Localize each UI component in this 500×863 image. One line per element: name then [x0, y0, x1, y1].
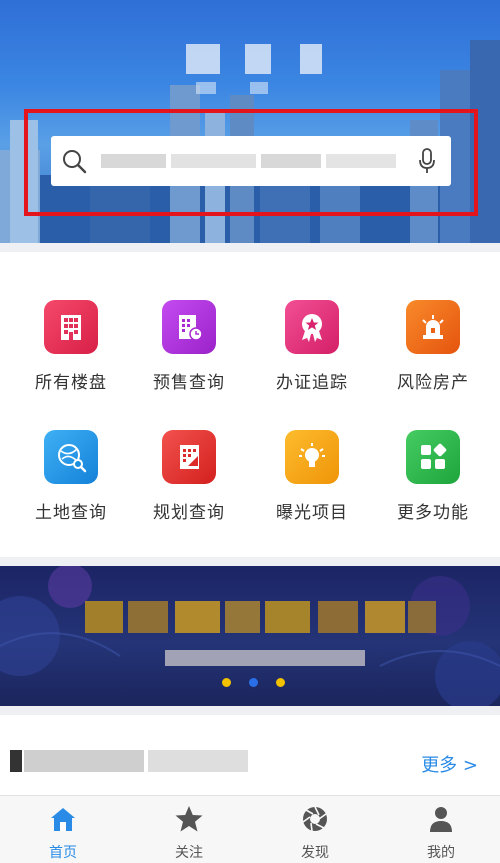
feature-label: 预售查询	[153, 373, 225, 393]
banner-subtitle-blur	[165, 650, 365, 666]
bottom-tab-bar: 首页 关注 发现 我的	[0, 795, 500, 863]
lightbulb-icon	[285, 430, 339, 484]
news-section-header: 更多 >	[0, 715, 500, 795]
logo-blur	[196, 82, 216, 94]
tab-discover[interactable]: 发现	[275, 804, 355, 862]
feature-risky-property[interactable]: 风险房产	[378, 300, 488, 410]
grid-more-icon	[406, 430, 460, 484]
carousel-dot-active[interactable]	[249, 678, 258, 687]
more-link[interactable]: 更多 >	[421, 751, 478, 777]
tab-label: 我的	[427, 845, 455, 861]
document-building-icon	[162, 300, 216, 354]
tab-follow[interactable]: 关注	[149, 804, 229, 862]
search-bar[interactable]	[51, 136, 451, 186]
tab-label: 发现	[301, 845, 329, 861]
feature-all-properties[interactable]: 所有楼盘	[16, 300, 126, 410]
globe-search-icon	[44, 430, 98, 484]
tab-label: 关注	[175, 845, 203, 861]
banner-title-blur	[85, 601, 436, 633]
certificate-icon	[285, 300, 339, 354]
tab-mine[interactable]: 我的	[401, 804, 481, 862]
placeholder-blur	[101, 154, 166, 168]
feature-label: 更多功能	[397, 503, 469, 523]
feature-grid: 所有楼盘 预售查询 办证追踪 风险房产 土地查询 规划查询 曝光项目 更多功能	[0, 252, 500, 557]
placeholder-blur	[171, 154, 256, 168]
alarm-icon	[406, 300, 460, 354]
feature-label: 所有楼盘	[35, 373, 107, 393]
building-icon	[44, 300, 98, 354]
tab-home[interactable]: 首页	[23, 804, 103, 862]
feature-certificate-tracking[interactable]: 办证追踪	[257, 300, 367, 410]
logo-blur	[250, 82, 268, 94]
star-icon	[175, 806, 203, 832]
person-icon	[430, 807, 452, 832]
logo-blur	[186, 44, 220, 74]
placeholder-blur	[326, 154, 396, 168]
feature-more-functions[interactable]: 更多功能	[378, 430, 488, 540]
aperture-icon	[302, 806, 327, 832]
feature-presale-query[interactable]: 预售查询	[134, 300, 244, 410]
carousel-dot[interactable]	[276, 678, 285, 687]
plan-icon	[162, 430, 216, 484]
carousel-indicator	[222, 678, 285, 687]
section-title-blur	[148, 750, 248, 772]
microphone-icon[interactable]	[417, 148, 437, 174]
feature-exposed-projects[interactable]: 曝光项目	[257, 430, 367, 540]
section-title-blur	[10, 750, 22, 772]
promo-banner[interactable]	[0, 566, 500, 706]
feature-planning-query[interactable]: 规划查询	[134, 430, 244, 540]
feature-label: 规划查询	[153, 503, 225, 523]
carousel-dot[interactable]	[222, 678, 231, 687]
placeholder-blur	[261, 154, 321, 168]
tab-label: 首页	[49, 845, 77, 861]
search-icon	[63, 150, 87, 174]
feature-label: 曝光项目	[276, 503, 348, 523]
section-title-blur	[24, 750, 144, 772]
home-icon	[51, 808, 75, 831]
logo-blur	[300, 44, 322, 74]
feature-label: 办证追踪	[276, 373, 348, 393]
feature-land-query[interactable]: 土地查询	[16, 430, 126, 540]
logo-blur	[245, 44, 271, 74]
feature-label: 土地查询	[35, 503, 107, 523]
feature-label: 风险房产	[397, 373, 469, 393]
